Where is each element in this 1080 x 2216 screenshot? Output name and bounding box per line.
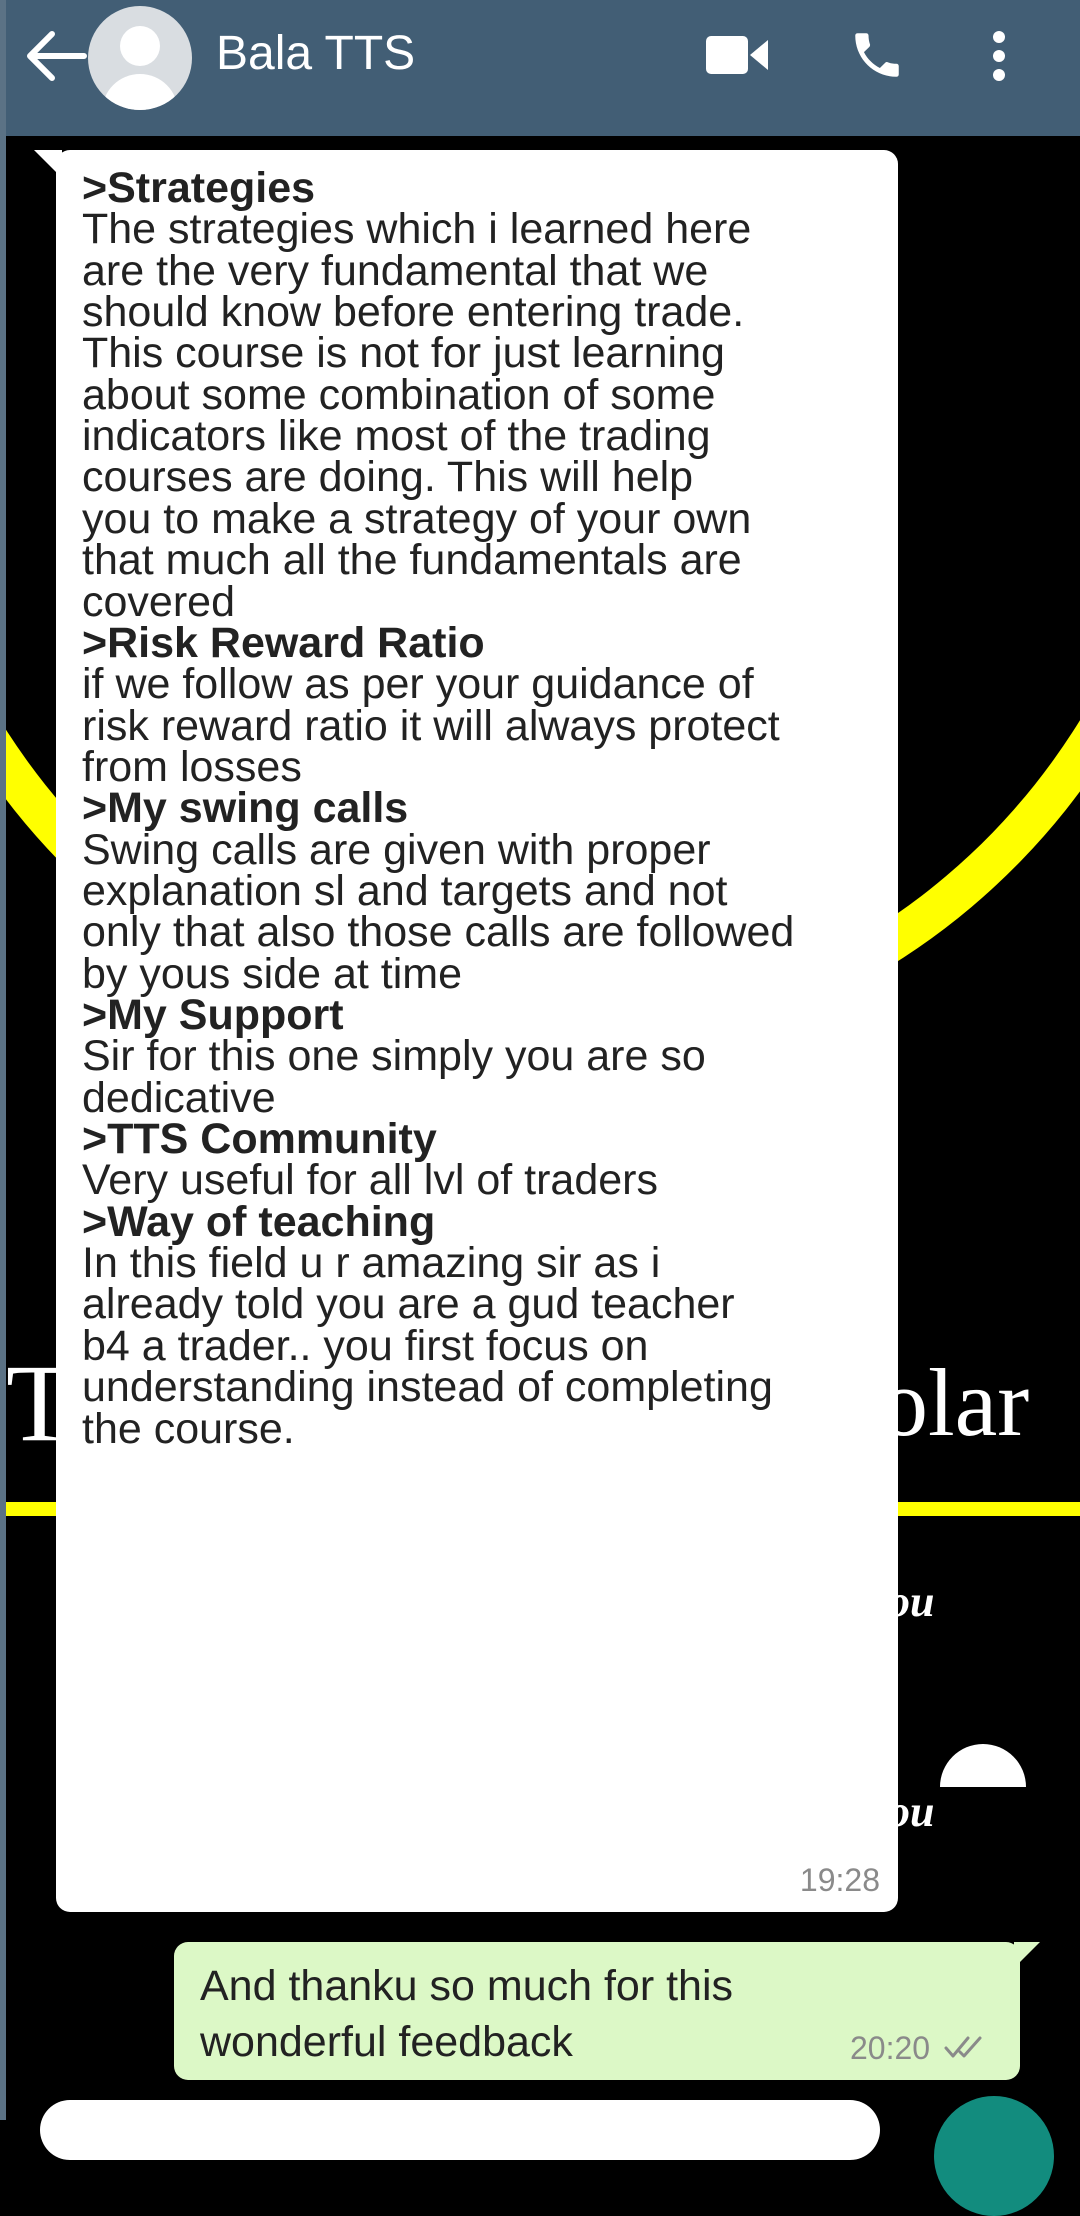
voice-call-icon[interactable] (848, 26, 906, 84)
send-button[interactable] (934, 2096, 1054, 2216)
avatar[interactable] (88, 6, 192, 110)
message-input[interactable] (40, 2100, 880, 2160)
message-text-line: the course. (82, 1404, 295, 1453)
back-arrow-icon[interactable] (26, 30, 88, 82)
wallpaper-dome-shape (940, 1744, 1026, 1787)
video-call-icon[interactable] (706, 36, 768, 74)
message-time: 19:28 (799, 1862, 880, 1898)
double-check-icon (944, 2036, 982, 2058)
contact-name[interactable]: Bala TTS (216, 24, 415, 84)
chat-header: Bala TTS (0, 0, 1080, 136)
message-text-line: And thanku so much for this (200, 1962, 734, 2010)
screen-frame-edge (0, 0, 6, 2120)
message-time: 20:20 (850, 2030, 931, 2066)
avatar-head-shape (120, 26, 160, 66)
avatar-body-shape (102, 74, 178, 110)
wallpaper-word: olar (880, 1349, 1030, 1456)
incoming-message-bubble[interactable]: >Strategies The strategies which i learn… (34, 150, 898, 1912)
more-options-icon[interactable] (992, 30, 1006, 82)
message-text-line: wonderful feedback (200, 2018, 573, 2066)
outgoing-message-bubble[interactable]: And thanku so much for this wonderful fe… (174, 1942, 1040, 2080)
